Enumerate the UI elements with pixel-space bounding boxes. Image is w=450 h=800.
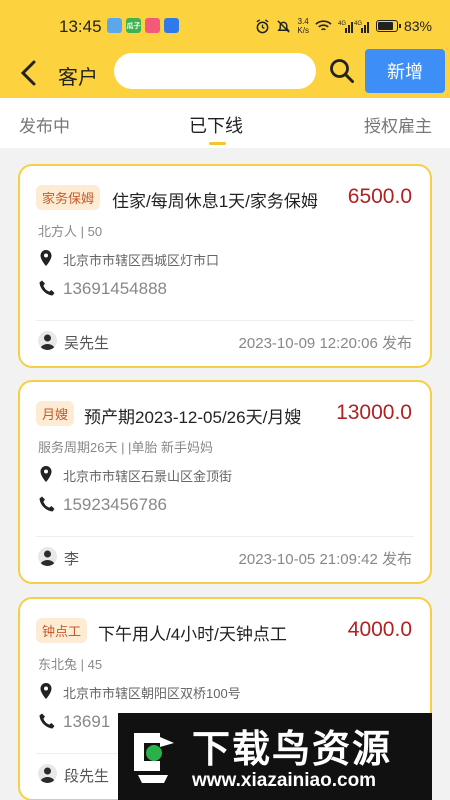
add-button[interactable]: 新增 xyxy=(365,49,445,93)
category-tag: 家务保姆 xyxy=(36,185,101,210)
divider xyxy=(36,320,414,321)
wifi-icon xyxy=(315,20,332,31)
search-icon[interactable] xyxy=(327,56,357,86)
listing-title: 预产期2023-12-05/26天/月嫂 xyxy=(84,408,302,427)
bird-logo-icon xyxy=(134,733,174,783)
category-tag: 钟点工 xyxy=(36,618,88,643)
listing-price: 4000.0 xyxy=(347,618,412,641)
status-time: 13:45 xyxy=(59,17,102,36)
listing-meta: 服务周期26天 | |单胎 新手妈妈 xyxy=(38,440,214,455)
tab-publishing[interactable]: 发布中 xyxy=(19,112,70,137)
tab-offline[interactable]: 已下线 xyxy=(189,112,243,138)
listing-meta: 东北兔 | 45 xyxy=(38,657,103,672)
signal-icon: 4G 4G xyxy=(338,21,369,33)
listing-address: 北京市市辖区朝阳区双桥100号 xyxy=(63,686,241,701)
listing-card[interactable]: 月嫂 预产期2023-12-05/26天/月嫂 13000.0 服务周期26天 … xyxy=(18,380,432,584)
mute-icon xyxy=(277,19,291,33)
svg-text:4G: 4G xyxy=(338,21,346,27)
app-header: 客户 新增 xyxy=(0,49,450,98)
page-title: 客户 xyxy=(58,67,98,89)
category-tag: 月嫂 xyxy=(36,401,75,426)
avatar xyxy=(38,547,57,566)
search-input[interactable] xyxy=(114,53,316,89)
phone-icon xyxy=(39,280,55,296)
listing-user: 李 xyxy=(64,551,80,568)
listing-phone[interactable]: 13691 xyxy=(63,712,110,732)
status-bar: 13:45 瓜子 3.4 K/s 4G 4G 83% xyxy=(0,0,450,52)
app-green-icon: 瓜子 xyxy=(126,18,141,33)
phone-icon xyxy=(39,713,55,729)
tab-authorized-employers[interactable]: 授权雇主 xyxy=(364,112,432,137)
avatar xyxy=(38,331,57,350)
listing-address: 北京市市辖区西城区灯市口 xyxy=(63,253,220,268)
watermark-brand: 下载鸟资源 xyxy=(192,727,393,771)
listing-price: 13000.0 xyxy=(336,401,412,424)
listing-user: 吴先生 xyxy=(64,335,110,352)
location-icon xyxy=(40,250,52,266)
app-blue-icon xyxy=(107,18,122,33)
listing-time: 2023-10-05 21:09:42 发布 xyxy=(238,551,412,568)
network-speed: 3.4 K/s xyxy=(297,17,309,35)
listing-phone[interactable]: 13691454888 xyxy=(63,279,167,299)
listing-user: 段先生 xyxy=(64,768,110,785)
battery-icon xyxy=(375,20,401,32)
listing-price: 6500.0 xyxy=(347,185,412,208)
phone-icon xyxy=(39,496,55,512)
watermark: 下载鸟资源 www.xiazainiao.com xyxy=(118,713,432,800)
listing-phone[interactable]: 15923456786 xyxy=(63,495,167,515)
listing-title: 住家/每周休息1天/家务保姆 xyxy=(112,192,318,211)
tab-bar: 发布中 已下线 授权雇主 xyxy=(0,98,450,148)
listing-time: 2023-10-09 12:20:06 发布 xyxy=(238,335,412,352)
listing-card[interactable]: 家务保姆 住家/每周休息1天/家务保姆 6500.0 北方人 | 50 北京市市… xyxy=(18,164,432,368)
watermark-url: www.xiazainiao.com xyxy=(192,770,377,791)
divider xyxy=(36,536,414,537)
svg-text:4G: 4G xyxy=(354,21,362,27)
location-icon xyxy=(40,683,52,699)
tab-indicator xyxy=(209,142,226,145)
battery-percent: 83% xyxy=(403,18,432,34)
location-icon xyxy=(40,466,52,482)
back-arrow-icon[interactable] xyxy=(16,58,42,88)
app-messenger-icon xyxy=(164,18,179,33)
status-app-icons: 瓜子 xyxy=(107,18,179,33)
listing-meta: 北方人 | 50 xyxy=(38,224,103,239)
listing-address: 北京市市辖区石景山区金顶街 xyxy=(63,469,233,484)
app-pink-icon xyxy=(145,18,160,33)
alarm-icon xyxy=(256,18,269,33)
listing-title: 下午用人/4小时/天钟点工 xyxy=(98,625,287,644)
avatar xyxy=(38,764,57,783)
